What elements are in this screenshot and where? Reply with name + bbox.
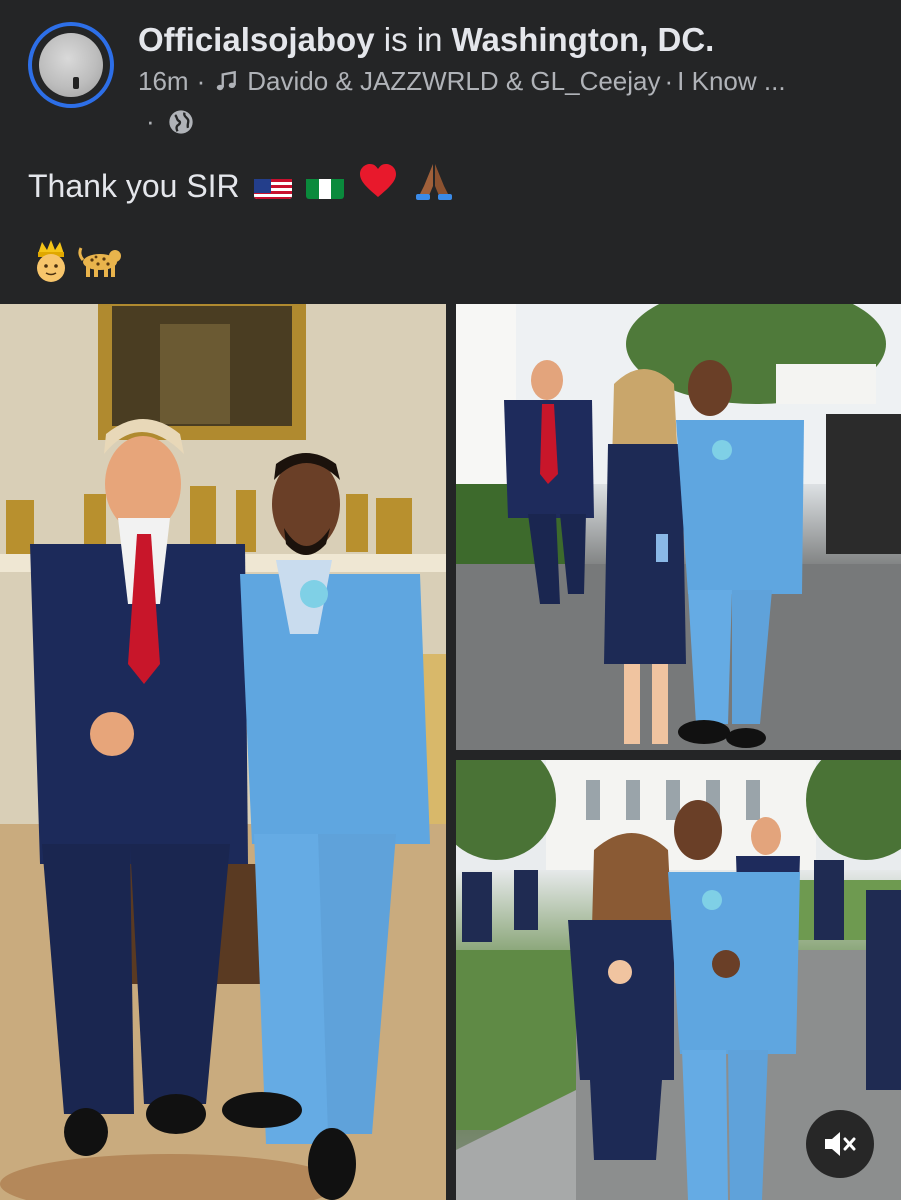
leopard-emoji: [78, 244, 124, 285]
avatar-image: [39, 33, 103, 97]
prince-emoji: [34, 240, 68, 289]
post-meta: 16m · Davido & JAZZWRLD & GL_Ceejay · I …: [138, 64, 786, 98]
audience-row: ·: [146, 106, 195, 137]
post-text: Thank you SIR: [28, 160, 456, 212]
praying-hands-emoji: [412, 160, 456, 212]
post-header: Officialsojaboy is in Washington, DC. 16…: [0, 0, 901, 304]
title-connector: is in: [374, 21, 452, 58]
author-name[interactable]: Officialsojaboy: [138, 21, 375, 58]
post-message: Thank you SIR: [28, 168, 240, 204]
song-artists[interactable]: Davido & JAZZWRLD & GL_Ceejay: [247, 64, 660, 98]
meta-separator-2: ·: [664, 66, 674, 96]
profile-avatar[interactable]: [28, 22, 114, 108]
meta-separator: ·: [196, 66, 206, 96]
photo-white-house-lawn-1[interactable]: [456, 304, 901, 750]
music-note-icon: [217, 70, 237, 91]
red-heart-emoji: [358, 163, 398, 209]
globe-icon[interactable]: [167, 108, 195, 136]
post-emoji-row: [34, 240, 124, 289]
us-flag-emoji: [253, 173, 292, 199]
photo-grid: [0, 304, 901, 1200]
song-title[interactable]: I Know ...: [677, 64, 785, 98]
speaker-muted-icon: [825, 1132, 856, 1156]
audience-separator: ·: [146, 106, 155, 136]
post-time[interactable]: 16m: [138, 64, 189, 98]
mute-button[interactable]: [806, 1110, 874, 1178]
nigeria-flag-emoji: [305, 173, 344, 199]
location-link[interactable]: Washington, DC.: [452, 21, 715, 58]
photo-oval-office[interactable]: [0, 304, 446, 1200]
post-title: Officialsojaboy is in Washington, DC.: [138, 20, 714, 60]
